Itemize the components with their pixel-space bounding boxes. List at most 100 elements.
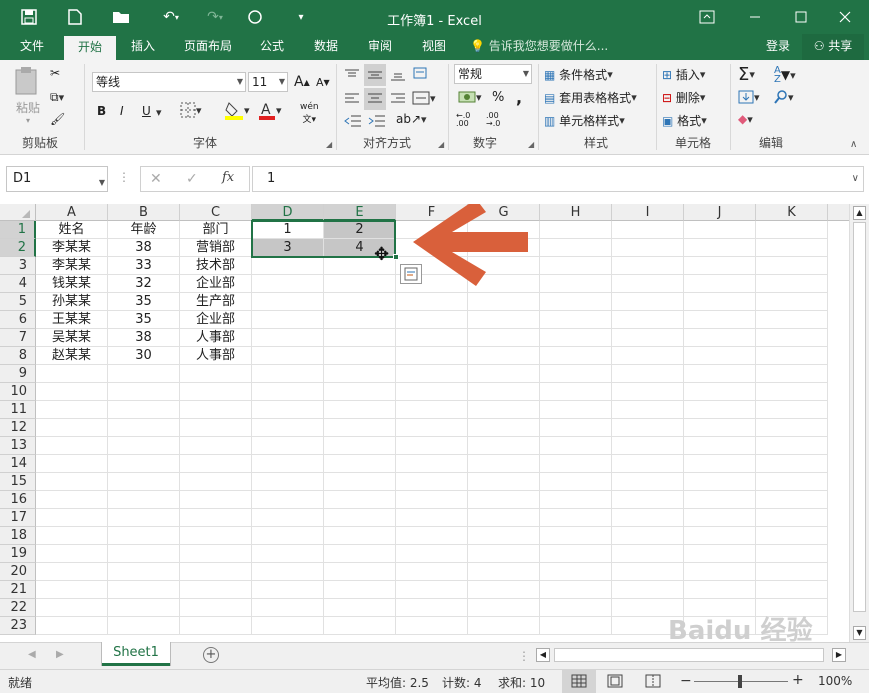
cell-d21[interactable] <box>252 581 324 599</box>
decrease-indent-icon[interactable] <box>344 114 362 128</box>
paste-button[interactable]: 粘贴 ▾ <box>12 66 44 125</box>
horizontal-scroll-thumb[interactable] <box>554 648 824 662</box>
cell-i7[interactable] <box>612 329 684 347</box>
comma-button[interactable]: , <box>516 88 522 107</box>
cell-g11[interactable] <box>468 401 540 419</box>
align-bottom-icon[interactable] <box>390 68 406 82</box>
row-header-9[interactable]: 9 <box>0 365 36 383</box>
select-all-corner[interactable] <box>0 204 36 221</box>
cell-h9[interactable] <box>540 365 612 383</box>
zoom-slider-thumb[interactable] <box>738 675 742 688</box>
cut-icon[interactable]: ✂ <box>50 66 60 80</box>
cell-e16[interactable] <box>324 491 396 509</box>
row-header-17[interactable]: 17 <box>0 509 36 527</box>
font-dialog-launcher-icon[interactable]: ◢ <box>326 140 332 149</box>
cell-i10[interactable] <box>612 383 684 401</box>
name-box[interactable]: D1 ▼ <box>6 166 108 192</box>
tab-view[interactable]: 视图 <box>412 34 456 60</box>
scroll-up-icon[interactable]: ▲ <box>853 206 866 220</box>
cell-i1[interactable] <box>612 221 684 239</box>
row-header-15[interactable]: 15 <box>0 473 36 491</box>
cell-e22[interactable] <box>324 599 396 617</box>
cell-a21[interactable] <box>36 581 108 599</box>
fill-icon[interactable]: ▾ <box>738 90 760 104</box>
cell-d19[interactable] <box>252 545 324 563</box>
cell-h1[interactable] <box>540 221 612 239</box>
tab-page-layout[interactable]: 页面布局 <box>176 34 240 60</box>
align-middle-icon[interactable] <box>364 64 386 86</box>
column-header-k[interactable]: K <box>756 204 828 221</box>
cell-g18[interactable] <box>468 527 540 545</box>
cell-d22[interactable] <box>252 599 324 617</box>
delete-cells-button[interactable]: ⊟ 删除 ▾ <box>662 89 705 106</box>
cell-a23[interactable] <box>36 617 108 635</box>
row-header-5[interactable]: 5 <box>0 293 36 311</box>
cell-b12[interactable] <box>108 419 180 437</box>
cell-c9[interactable] <box>180 365 252 383</box>
row-header-1[interactable]: 1 <box>0 221 36 239</box>
cell-j7[interactable] <box>684 329 756 347</box>
cell-k12[interactable] <box>756 419 828 437</box>
cell-f11[interactable] <box>396 401 468 419</box>
cell-h2[interactable] <box>540 239 612 257</box>
row-header-11[interactable]: 11 <box>0 401 36 419</box>
zoom-level[interactable]: 100% <box>818 674 852 688</box>
font-size-select[interactable]: 11 ▼ <box>248 72 288 92</box>
cell-j20[interactable] <box>684 563 756 581</box>
font-color-icon[interactable]: A ▾ <box>258 100 282 120</box>
cell-a1[interactable]: 姓名 <box>36 221 108 239</box>
cell-g15[interactable] <box>468 473 540 491</box>
cell-g13[interactable] <box>468 437 540 455</box>
tab-data[interactable]: 数据 <box>304 34 348 60</box>
column-header-b[interactable]: B <box>108 204 180 221</box>
cell-c15[interactable] <box>180 473 252 491</box>
cell-j3[interactable] <box>684 257 756 275</box>
align-left-icon[interactable] <box>344 92 360 106</box>
cell-c5[interactable]: 生产部 <box>180 293 252 311</box>
percent-button[interactable]: % <box>492 90 504 105</box>
cell-g19[interactable] <box>468 545 540 563</box>
cell-b3[interactable]: 33 <box>108 257 180 275</box>
cell-h15[interactable] <box>540 473 612 491</box>
cell-j17[interactable] <box>684 509 756 527</box>
cell-g12[interactable] <box>468 419 540 437</box>
phonetic-guide-button[interactable]: wén 文▾ <box>300 102 319 125</box>
cell-f22[interactable] <box>396 599 468 617</box>
cell-i15[interactable] <box>612 473 684 491</box>
cell-e11[interactable] <box>324 401 396 419</box>
cell-d2[interactable]: 3 <box>252 239 324 257</box>
cell-a3[interactable]: 李某某 <box>36 257 108 275</box>
cell-j4[interactable] <box>684 275 756 293</box>
cell-f17[interactable] <box>396 509 468 527</box>
cell-i17[interactable] <box>612 509 684 527</box>
share-button[interactable]: ⚇ 共享 <box>802 34 864 60</box>
cell-h13[interactable] <box>540 437 612 455</box>
tell-me-box[interactable]: 💡 告诉我您想要做什么... <box>470 34 620 60</box>
cell-k6[interactable] <box>756 311 828 329</box>
cell-j18[interactable] <box>684 527 756 545</box>
cell-i14[interactable] <box>612 455 684 473</box>
cell-h17[interactable] <box>540 509 612 527</box>
conditional-format-button[interactable]: ▦ 条件格式 ▾ <box>544 66 613 83</box>
italic-button[interactable]: I <box>120 104 124 118</box>
cell-f7[interactable] <box>396 329 468 347</box>
cell-i8[interactable] <box>612 347 684 365</box>
cell-e18[interactable] <box>324 527 396 545</box>
cell-c12[interactable] <box>180 419 252 437</box>
cell-f8[interactable] <box>396 347 468 365</box>
cancel-icon[interactable]: ✕ <box>150 171 162 187</box>
cell-e12[interactable] <box>324 419 396 437</box>
scroll-thumb[interactable] <box>853 222 866 612</box>
cell-k15[interactable] <box>756 473 828 491</box>
row-header-18[interactable]: 18 <box>0 527 36 545</box>
cell-b2[interactable]: 38 <box>108 239 180 257</box>
row-header-16[interactable]: 16 <box>0 491 36 509</box>
increase-decimal-icon[interactable]: ←.0.00 <box>456 112 470 128</box>
sheet-tab-sheet1[interactable]: Sheet1 <box>102 642 170 666</box>
cell-i16[interactable] <box>612 491 684 509</box>
cell-j10[interactable] <box>684 383 756 401</box>
cell-d11[interactable] <box>252 401 324 419</box>
cell-g22[interactable] <box>468 599 540 617</box>
tab-review[interactable]: 审阅 <box>358 34 402 60</box>
expand-formula-icon[interactable]: ∨ <box>852 167 859 191</box>
